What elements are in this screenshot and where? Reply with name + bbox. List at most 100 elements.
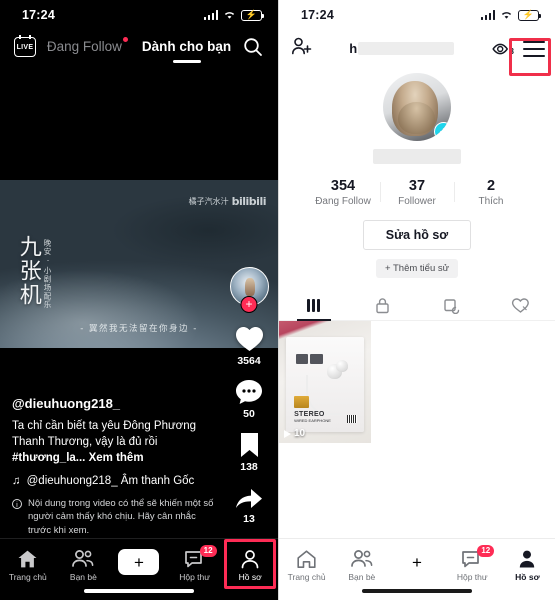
thumbnail-image: STEREO WIRED EARPHONE	[279, 321, 371, 443]
avatar-add-story-button[interactable]: +	[434, 122, 451, 141]
product-title-text: STEREO WIRED EARPHONE	[294, 411, 331, 423]
battery-charging-icon: ⚡	[241, 9, 265, 21]
profile-identity-block: +	[279, 73, 555, 164]
tab-private[interactable]	[348, 290, 417, 320]
tab-liked[interactable]	[486, 290, 555, 320]
avatar-hair-shape-2	[397, 101, 435, 135]
stat-likes[interactable]: 2 Thích	[454, 178, 528, 207]
nav-inbox[interactable]: 12 Hộp thư	[167, 545, 223, 582]
play-count: 10	[294, 428, 306, 439]
edit-profile-button[interactable]: Sửa hồ sơ	[363, 220, 471, 250]
like-action[interactable]: 3564	[234, 324, 265, 367]
profile-handle-redacted	[373, 149, 461, 164]
tab-videos-grid[interactable]	[279, 290, 348, 320]
wifi-icon	[500, 10, 513, 20]
status-clock: 17:24	[301, 8, 334, 22]
nav-profile-label: Hồ sơ	[238, 572, 262, 582]
bookmark-count: 138	[240, 461, 258, 473]
product-model-chip	[310, 353, 323, 365]
hamburger-menu-icon[interactable]	[523, 40, 545, 57]
play-count-overlay: 10	[284, 428, 305, 439]
stat-following-count: 354	[330, 178, 356, 194]
stat-followers-label: Follower	[398, 196, 436, 207]
music-attribution-row[interactable]: ♫ @dieuhuong218_ Âm thanh Gốc	[12, 475, 216, 487]
cellular-signal-icon	[203, 10, 218, 20]
profile-username-display[interactable]: h	[349, 41, 455, 56]
grid-icon	[307, 298, 320, 312]
profile-video-grid: STEREO WIRED EARPHONE 10	[279, 321, 555, 443]
following-notification-dot	[122, 36, 128, 42]
video-caption-block: @dieuhuong218_ Ta chỉ cần biết ta yêu Đô…	[12, 396, 216, 538]
bilibili-watermark: 橘子汽水汁 bilibili	[188, 195, 267, 208]
product-brand-chip	[295, 353, 308, 365]
comment-action[interactable]: 50	[234, 378, 264, 420]
live-icon[interactable]: LIVE	[14, 35, 36, 57]
nav-create[interactable]: +	[111, 545, 167, 575]
tab-following[interactable]: Đang Follow	[47, 36, 128, 56]
play-icon	[284, 429, 291, 438]
follow-plus-button[interactable]: +	[240, 296, 258, 313]
music-note-icon: ♫	[12, 474, 21, 487]
tab-for-you[interactable]: Dành cho bạn	[142, 39, 231, 56]
nav-friends[interactable]: Bạn bè	[334, 545, 389, 582]
stat-followers-count: 37	[408, 178, 426, 194]
eye-icon[interactable]: 3	[491, 42, 514, 56]
nav-friends-label: Bạn bè	[69, 572, 97, 582]
dual-screenshot-container: 17:24 ⚡ LIVE Đang Follow Dành cho bạn 九张…	[0, 0, 555, 600]
username-visible-prefix: h	[349, 41, 358, 56]
stat-following[interactable]: 354 Đang Follow	[306, 178, 380, 207]
create-plus-icon[interactable]: +	[392, 549, 442, 575]
video-thumbnail[interactable]: STEREO WIRED EARPHONE 10	[279, 321, 371, 443]
video-overlay-title: 九张机	[15, 235, 41, 307]
tab-reposts[interactable]	[417, 290, 486, 320]
repost-icon	[443, 298, 459, 314]
share-action[interactable]: 13	[234, 484, 264, 525]
nav-home-label: Trang chủ	[287, 572, 326, 582]
author-handle[interactable]: @dieuhuong218_	[12, 396, 216, 411]
nav-create[interactable]: +	[389, 545, 444, 575]
profile-icon	[520, 550, 535, 568]
heart-icon	[235, 327, 263, 351]
see-more-link[interactable]: Xem thêm	[89, 452, 144, 464]
earbud-shape-2	[335, 359, 349, 373]
nav-home[interactable]: Trang chủ	[0, 545, 56, 582]
like-count: 3564	[237, 355, 261, 367]
left-status-bar: 17:24 ⚡	[0, 0, 278, 30]
profile-avatar[interactable]: +	[383, 73, 451, 141]
bookmark-action[interactable]: 138	[237, 431, 262, 473]
nav-inbox[interactable]: 12 Hộp thư	[445, 545, 500, 582]
video-overlay-subtitle: 晚安 · 小剧场配乐	[43, 239, 52, 309]
product-box: STEREO WIRED EARPHONE	[286, 336, 364, 433]
music-title: @dieuhuong218_ Âm thanh Gốc	[26, 474, 195, 487]
add-person-icon[interactable]	[291, 36, 312, 61]
stat-followers[interactable]: 37 Follower	[380, 178, 454, 207]
status-clock: 17:24	[22, 8, 55, 22]
right-phone-profile-screen: 17:24 ⚡ h 3 + 354 Đang Follow 37 Followe…	[278, 0, 555, 600]
video-player-stage[interactable]: 九张机 晚安 · 小剧场配乐 橘子汽水汁 bilibili - 翼然我无法留在你…	[0, 67, 278, 600]
nav-profile[interactable]: Hồ sơ	[222, 545, 278, 582]
nav-home[interactable]: Trang chủ	[279, 545, 334, 582]
battery-charging-icon: ⚡	[518, 9, 542, 21]
home-icon	[297, 550, 316, 568]
info-icon: i	[12, 498, 22, 509]
profile-icon	[241, 550, 259, 569]
feed-tab-group: Đang Follow Dành cho bạn	[36, 36, 242, 56]
create-plus-icon[interactable]: +	[114, 549, 164, 575]
friends-icon	[72, 550, 94, 567]
friends-icon	[350, 550, 373, 567]
eye-view-count: 3	[509, 46, 514, 56]
nav-profile[interactable]: Hồ sơ	[500, 545, 555, 582]
author-avatar[interactable]: +	[229, 267, 269, 313]
add-bio-button[interactable]: + Thêm tiểu sử	[375, 259, 458, 278]
description-hashtag[interactable]: #thương_la...	[12, 452, 85, 464]
product-subtitle: WIRED EARPHONE	[294, 418, 331, 424]
share-count: 13	[243, 513, 255, 525]
search-icon[interactable]	[242, 36, 264, 58]
profile-content-tabs	[279, 290, 555, 321]
watermark-prefix: 橘子汽水汁	[188, 197, 229, 206]
nav-friends-label: Bạn bè	[348, 572, 376, 582]
stat-likes-label: Thích	[478, 196, 504, 207]
home-icon	[18, 550, 37, 568]
profile-stats-row: 354 Đang Follow 37 Follower 2 Thích	[279, 178, 555, 207]
nav-friends[interactable]: Bạn bè	[56, 545, 112, 582]
